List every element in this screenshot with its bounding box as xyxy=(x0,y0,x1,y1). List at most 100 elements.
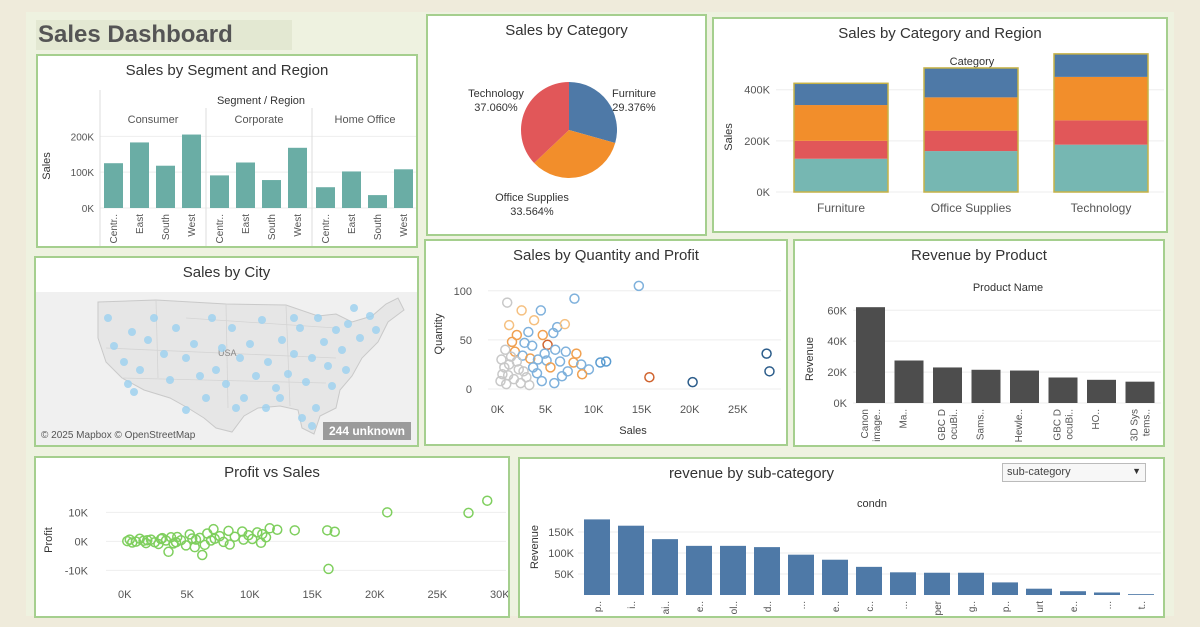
category-region-chart[interactable]: Category Sales 0K 200K 400K Furniture Office S… xyxy=(714,19,1166,231)
profit-point xyxy=(463,507,474,519)
segment-xtick: South xyxy=(161,214,172,240)
profit-sales-scatter[interactable]: -10K 0K 10K 0K 5K 10K 15K 20K 25K 30K Profit xyxy=(36,458,508,616)
subcategory-revenue-chart[interactable]: condn Revenue 50K 100K 150K p.. i.. ai.. e.. ol..… xyxy=(520,459,1163,616)
segment-xtick: South xyxy=(267,214,278,240)
product-xtick: Sams.. xyxy=(976,409,987,440)
segment-region-panel[interactable]: Sales by Segment and Region Segment / Re… xyxy=(36,54,418,248)
category-pie-chart[interactable]: Furniture 29.376% Office Supplies 33.564% Te… xyxy=(428,16,705,234)
subcat-bar xyxy=(890,572,916,595)
us-map[interactable]: USA xyxy=(36,258,417,445)
segment-xtick: Centr.. xyxy=(215,214,226,243)
segment-region-chart[interactable]: Segment / Region Sales 0K 100K 200K Consumer C… xyxy=(38,56,416,246)
city-marker xyxy=(160,350,168,358)
product-ytick: 60K xyxy=(827,305,847,317)
qty-point xyxy=(687,376,698,388)
city-map-panel[interactable]: Sales by City USA © 2025 Mapbox © OpenSt… xyxy=(34,256,419,447)
subcat-xtick: ... xyxy=(797,601,808,609)
qty-point xyxy=(569,293,580,304)
product-ylabel: Revenue xyxy=(804,337,816,381)
qty-point xyxy=(523,326,534,338)
city-marker xyxy=(290,314,298,322)
subcat-bar xyxy=(720,545,746,595)
qty-xtick: 15K xyxy=(632,404,652,416)
subcat-bar xyxy=(1060,591,1086,595)
subcategory-revenue-panel[interactable]: revenue by sub-category sub-category ▼ c… xyxy=(518,457,1165,618)
quantity-profit-panel[interactable]: Sales by Quantity and Profit 0 50 100 0K 5K 1… xyxy=(424,239,788,446)
qty-point xyxy=(526,340,538,352)
product-xtick: HO.. xyxy=(1091,409,1102,430)
city-marker xyxy=(190,340,198,348)
subcat-xtick: ol.. xyxy=(729,601,740,614)
city-marker xyxy=(182,406,190,414)
profit-xtick: 10K xyxy=(240,589,260,601)
qty-point xyxy=(560,346,572,357)
catregion-ytick: 0K xyxy=(757,187,771,199)
qty-point xyxy=(515,377,526,389)
city-marker xyxy=(332,326,340,334)
product-bar xyxy=(971,369,1001,403)
subcat-bar xyxy=(1094,592,1120,595)
product-revenue-panel[interactable]: Revenue by Product Product Name Revenue 0K… xyxy=(793,239,1165,447)
city-marker xyxy=(328,382,336,390)
quantity-profit-scatter[interactable]: 0 50 100 0K 5K 10K 15K 20K 25K Sales Quantity xyxy=(426,241,786,444)
profit-xtick: 30K xyxy=(490,589,508,601)
profit-ytick: -10K xyxy=(65,565,89,577)
product-bar xyxy=(894,360,924,403)
segment-ytick: 200K xyxy=(71,132,95,143)
category-pie-panel[interactable]: Sales by Category Furniture 29.376% Office… xyxy=(426,14,707,236)
profit-xtick: 0K xyxy=(118,589,132,601)
city-marker xyxy=(272,384,280,392)
subcat-xtick: per xyxy=(933,600,944,615)
product-xtick: Canon xyxy=(860,409,871,438)
city-marker xyxy=(264,358,272,366)
dashboard-title: Sales Dashboard xyxy=(36,20,292,50)
segment-bar xyxy=(210,175,229,208)
product-xtick: 3D Sys xyxy=(1130,409,1141,441)
qty-point xyxy=(556,370,568,382)
qty-point xyxy=(524,379,535,391)
product-xtick: Hewle.. xyxy=(1014,409,1025,442)
qty-point xyxy=(545,362,556,373)
catregion-bar-segment xyxy=(1054,76,1148,121)
profit-xtick: 15K xyxy=(302,589,322,601)
subcat-ytick: 100K xyxy=(548,548,574,560)
catregion-bar-segment xyxy=(924,130,1018,152)
city-marker xyxy=(290,350,298,358)
qty-xtick: 25K xyxy=(728,404,748,416)
subcat-xtick: ... xyxy=(1103,601,1114,609)
city-marker xyxy=(308,422,316,430)
qty-point xyxy=(506,336,518,348)
qty-point xyxy=(549,344,561,355)
profit-sales-panel[interactable]: Profit vs Sales -10K 0K 10K 0K 5K 10K 15K 20K 25… xyxy=(34,456,510,618)
category-region-panel[interactable]: Sales by Category and Region Category Sal… xyxy=(712,17,1168,233)
catregion-ytick: 400K xyxy=(744,85,770,97)
city-marker xyxy=(302,378,310,386)
product-bar xyxy=(856,307,885,403)
product-revenue-chart[interactable]: Product Name Revenue 0K 20K 40K 60K Canon image… xyxy=(795,241,1163,445)
subcat-xtick: ... xyxy=(899,601,910,609)
city-marker xyxy=(262,404,270,412)
unknown-locations-badge[interactable]: 244 unknown xyxy=(322,422,411,440)
city-marker xyxy=(314,314,322,322)
city-marker xyxy=(104,314,112,322)
qty-point xyxy=(595,357,606,368)
profit-point xyxy=(323,563,334,575)
catregion-bar-segment xyxy=(794,158,888,192)
segment-bar xyxy=(130,142,149,208)
qty-point xyxy=(501,297,513,308)
subcat-bar xyxy=(992,582,1018,595)
segment-xtick: East xyxy=(241,214,252,234)
subcat-xtick: e.. xyxy=(1069,601,1080,612)
qty-xtick: 20K xyxy=(680,404,700,416)
product-bar xyxy=(1048,377,1078,403)
city-marker xyxy=(350,304,358,312)
qty-point xyxy=(537,329,549,341)
city-marker xyxy=(202,394,210,402)
city-marker xyxy=(128,328,136,336)
qty-point xyxy=(536,375,548,387)
profit-point xyxy=(197,549,208,561)
pie-percent: 37.060% xyxy=(474,102,518,114)
subcat-bar xyxy=(652,539,678,595)
subcat-bar xyxy=(1128,594,1154,595)
city-marker xyxy=(246,340,254,348)
